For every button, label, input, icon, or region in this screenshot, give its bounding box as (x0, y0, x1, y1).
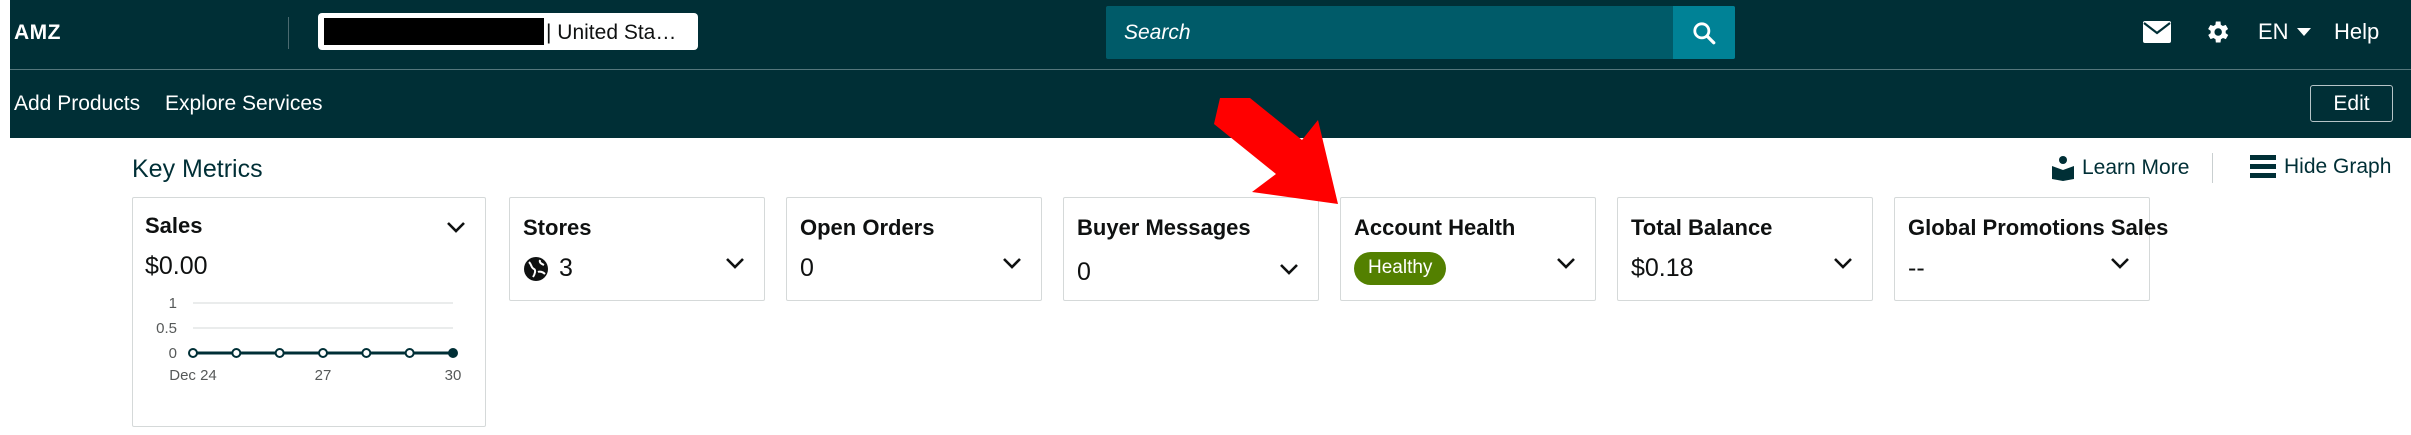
total-balance-card-title: Total Balance (1631, 215, 1773, 240)
graph-list-icon (2250, 155, 2276, 178)
stores-card[interactable]: Stores 3 (509, 197, 765, 301)
account-health-card-value-row: Healthy (1354, 252, 1447, 285)
hide-graph-link[interactable]: Hide Graph (2250, 155, 2391, 179)
key-metrics-title: Key Metrics (132, 155, 263, 183)
account-selector-label: | United Sta… (546, 21, 677, 44)
header-link-divider (2212, 153, 2213, 183)
learn-more-link[interactable]: Learn More (2050, 155, 2189, 181)
redacted-region (324, 18, 544, 45)
data-point (231, 348, 242, 358)
global-promotions-card-value: -- (1908, 254, 1925, 282)
x-tick-label: Dec 24 (169, 367, 217, 384)
y-tick-label: 0.5 (156, 320, 177, 337)
y-tick-label: 1 (169, 295, 177, 312)
account-health-card[interactable]: Account Health Healthy (1340, 197, 1596, 301)
status-badge: Healthy (1354, 252, 1447, 285)
global-promotions-card[interactable]: Global Promotions Sales -- (1894, 197, 2168, 301)
top-header: AMZ | United Sta… Search EN Help (10, 0, 2411, 70)
global-promotions-card-title: Global Promotions Sales (1908, 215, 2169, 240)
chevron-down-icon[interactable] (724, 256, 746, 270)
book-icon (2052, 156, 2074, 181)
data-point (274, 348, 285, 358)
chevron-down-icon[interactable] (2109, 256, 2131, 270)
header-divider (288, 17, 289, 49)
hide-graph-label: Hide Graph (2284, 155, 2392, 178)
chevron-down-icon[interactable] (1832, 256, 1854, 270)
x-tick-label: 30 (445, 367, 462, 384)
chevron-down-icon[interactable] (1001, 256, 1023, 270)
search-icon (1693, 21, 1716, 44)
data-point (448, 348, 458, 358)
language-label: EN (2258, 19, 2289, 44)
stores-card-title: Stores (523, 215, 592, 240)
mail-button[interactable] (2143, 14, 2171, 50)
gear-icon (2208, 21, 2229, 43)
open-orders-card-value: 0 (800, 254, 814, 282)
y-tick-label: 0 (169, 345, 177, 362)
sales-card-title: Sales (145, 213, 203, 238)
chevron-down-icon[interactable] (445, 220, 467, 234)
buyer-messages-card[interactable]: Buyer Messages 0 (1063, 197, 1319, 301)
data-point (361, 348, 372, 358)
globe-icon (524, 256, 548, 281)
sales-chart: 1 0.5 0 Dec 24 27 30 (156, 295, 462, 384)
account-selector[interactable]: | United Sta… (318, 13, 698, 50)
data-point (188, 348, 198, 358)
brand-logo[interactable]: AMZ (14, 21, 61, 45)
annotation-arrow (1214, 98, 1338, 204)
sales-card[interactable]: Sales $0.00 1 0.5 0 Dec 24 27 30 (132, 197, 486, 427)
chevron-down-icon[interactable] (1278, 262, 1300, 276)
sales-card-value: $0.00 (145, 252, 208, 280)
settings-button[interactable] (2203, 14, 2231, 50)
chevron-down-icon[interactable] (1555, 256, 1577, 270)
learn-more-label: Learn More (2082, 156, 2190, 179)
buyer-messages-card-title: Buyer Messages (1077, 215, 1251, 240)
search-bar[interactable]: Search (1106, 6, 1735, 59)
mail-icon (2143, 21, 2171, 43)
search-input[interactable]: Search (1124, 21, 1191, 45)
search-button[interactable] (1673, 6, 1735, 59)
stores-card-value-row: 3 (523, 254, 573, 283)
open-orders-card-title: Open Orders (800, 215, 935, 240)
nav-add-products[interactable]: Add Products (14, 92, 140, 116)
data-point (404, 348, 415, 358)
caret-down-icon (2296, 28, 2311, 36)
open-orders-card[interactable]: Open Orders 0 (786, 197, 1042, 301)
x-tick-label: 27 (315, 367, 332, 384)
language-selector[interactable]: EN (2258, 14, 2311, 50)
nav-explore-services[interactable]: Explore Services (165, 92, 323, 116)
buyer-messages-card-value: 0 (1077, 258, 1091, 286)
data-point (318, 348, 328, 358)
account-health-card-title: Account Health (1354, 215, 1516, 240)
total-balance-card-value: $0.18 (1631, 254, 1694, 282)
total-balance-card[interactable]: Total Balance $0.18 (1617, 197, 1873, 301)
page: AMZ | United Sta… Search EN Help Add Pro… (10, 0, 2411, 435)
help-link[interactable]: Help (2334, 14, 2379, 50)
stores-card-value: 3 (559, 254, 573, 282)
edit-button[interactable]: Edit (2310, 85, 2393, 122)
